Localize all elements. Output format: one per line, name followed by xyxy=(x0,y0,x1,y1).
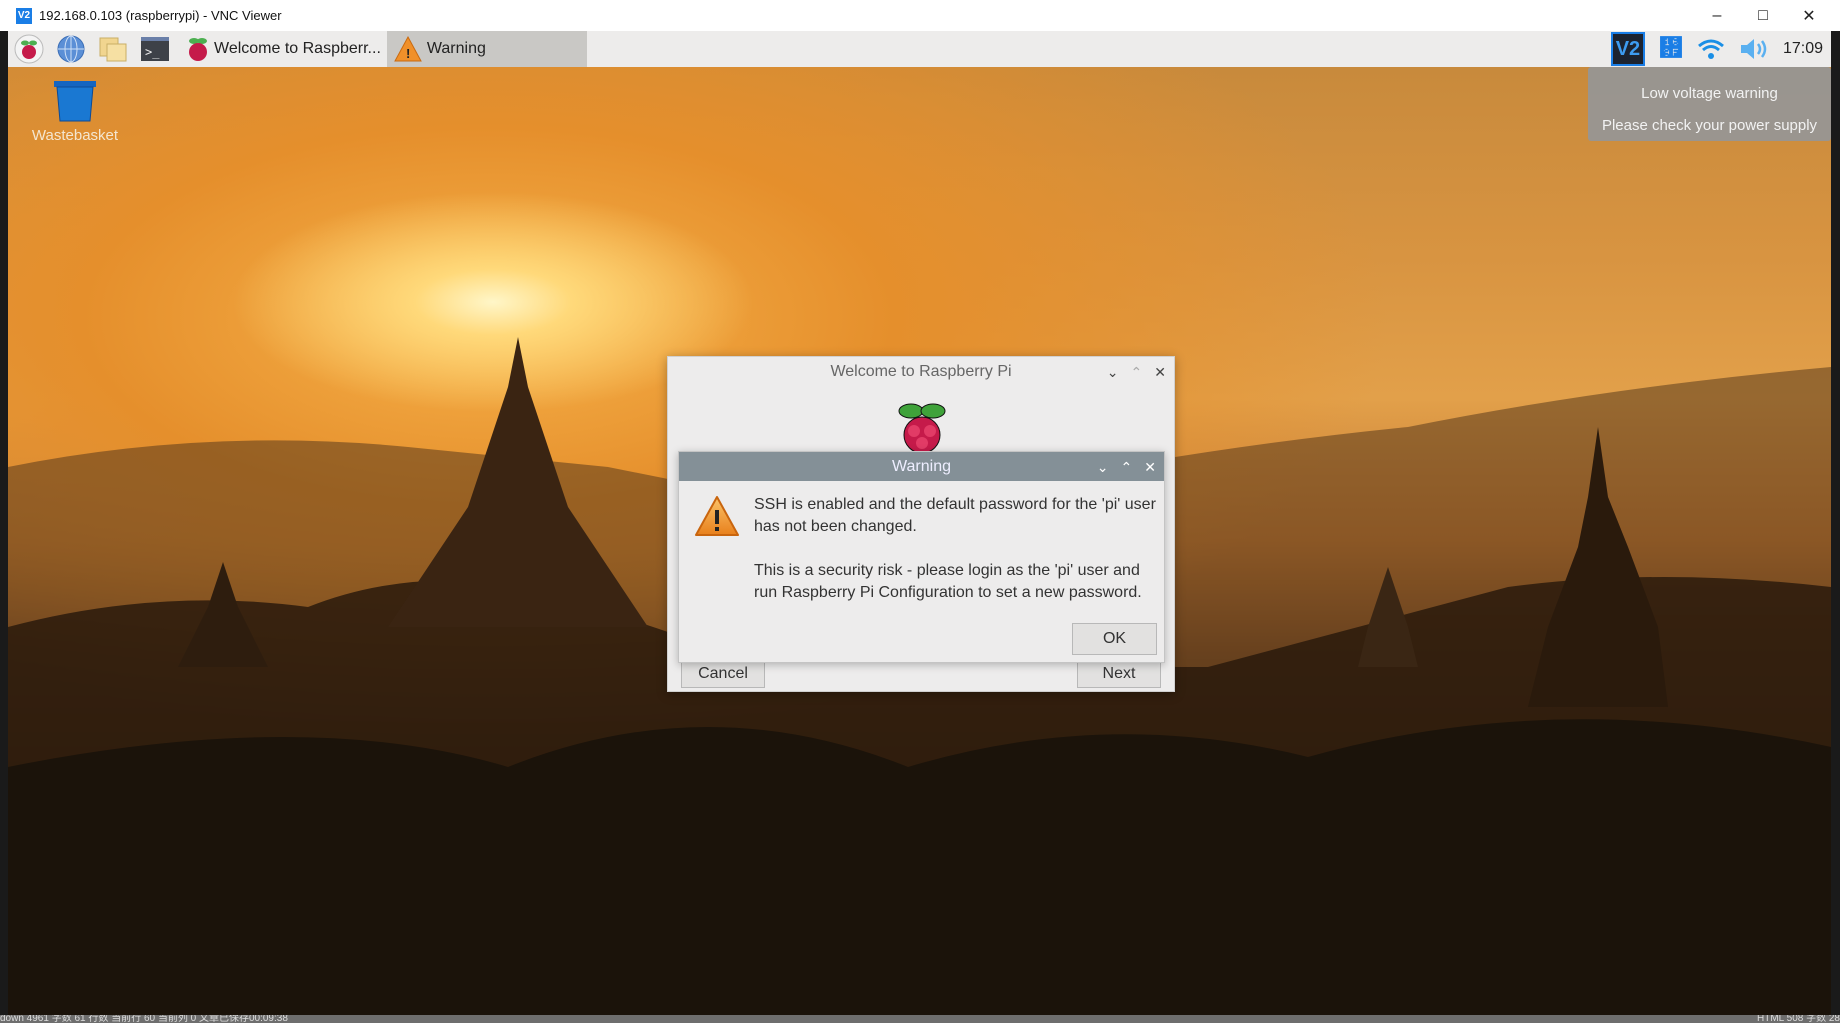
taskbar: >_ Welcome to Raspberr... ! Warning V2 ᚟… xyxy=(8,31,1831,67)
warning-triangle-icon xyxy=(695,496,739,536)
warning-line-2: This is a security risk - please login a… xyxy=(754,562,1142,601)
trash-icon xyxy=(54,81,96,122)
raspberry-menu-icon[interactable] xyxy=(12,33,46,65)
bluetooth-icon[interactable]: ᚟ xyxy=(1659,35,1683,63)
warning-title-bar[interactable]: Warning ⌄ ⌃ ✕ xyxy=(679,452,1164,481)
cancel-label: Cancel xyxy=(698,665,748,682)
wifi-icon[interactable] xyxy=(1697,37,1725,61)
welcome-maximize-button[interactable]: ⌃ xyxy=(1131,364,1143,381)
vnc-icon[interactable]: V2 xyxy=(1610,32,1645,66)
minimize-button[interactable]: – xyxy=(1694,0,1740,31)
warning-minimize-button[interactable]: ⌄ xyxy=(1097,459,1109,476)
welcome-close-button[interactable]: ✕ xyxy=(1154,364,1166,381)
low-voltage-notification[interactable]: Low voltage warning Please check your po… xyxy=(1588,67,1831,141)
welcome-minimize-button[interactable]: ⌄ xyxy=(1107,364,1119,381)
warning-close-button[interactable]: ✕ xyxy=(1144,459,1156,476)
host-status-right: HTML 508 字数 28 xyxy=(1757,1015,1840,1023)
warning-maximize-button[interactable]: ⌃ xyxy=(1121,459,1133,476)
system-tray: V2 ᚟ 17:09 xyxy=(1610,31,1823,67)
svg-text:>_: >_ xyxy=(145,45,160,59)
web-browser-globe-icon[interactable] xyxy=(54,33,88,65)
desktop-icon-wastebasket[interactable]: Wastebasket xyxy=(20,79,130,144)
welcome-title: Welcome to Raspberry Pi xyxy=(830,363,1012,380)
vnc-logo-icon: V2 xyxy=(16,7,32,24)
host-status-left: down 4961 字数 61 行数 当前行 60 当前列 0 文章已保存00:… xyxy=(0,1015,288,1023)
close-button[interactable]: ✕ xyxy=(1786,0,1832,31)
notification-title: Low voltage warning xyxy=(1641,85,1778,102)
task-warning[interactable]: ! Warning xyxy=(386,31,587,67)
warning-dialog: Warning ⌄ ⌃ ✕ SSH is enabled and the defau… xyxy=(678,451,1165,663)
terminal-icon[interactable]: >_ xyxy=(138,33,172,65)
vnc-title-bar: V2 192.168.0.103 (raspberrypi) - VNC Vie… xyxy=(0,0,1840,31)
next-label: Next xyxy=(1102,665,1136,682)
wastebasket-label: Wastebasket xyxy=(31,127,119,144)
warning-message: SSH is enabled and the default password … xyxy=(754,494,1159,626)
warning-line-1: SSH is enabled and the default password … xyxy=(754,496,1156,535)
raspberry-pi-logo-icon xyxy=(898,403,946,453)
ok-button[interactable]: OK xyxy=(1072,623,1157,655)
svg-text:!: ! xyxy=(406,46,410,61)
host-status-bar: down 4961 字数 61 行数 当前行 60 当前列 0 文章已保存00:… xyxy=(0,1015,1840,1023)
raspberry-icon xyxy=(189,38,207,61)
notification-body: Please check your power supply xyxy=(1601,117,1818,134)
task-warning-label: Warning xyxy=(426,40,486,57)
maximize-button[interactable]: □ xyxy=(1740,0,1786,31)
welcome-title-bar[interactable]: Welcome to Raspberry Pi ⌄ ⌃ ✕ xyxy=(668,357,1174,387)
window-title: 192.168.0.103 (raspberrypi) - VNC Viewer xyxy=(39,8,282,23)
ok-label: OK xyxy=(1102,630,1127,647)
clock: 17:09 xyxy=(1782,40,1823,57)
task-welcome-label: Welcome to Raspberr... xyxy=(214,40,381,57)
volume-icon[interactable] xyxy=(1739,37,1769,61)
warning-icon: ! xyxy=(394,35,422,62)
file-manager-folder-icon[interactable] xyxy=(96,33,130,65)
warning-title: Warning xyxy=(892,457,951,475)
task-welcome[interactable]: Welcome to Raspberr... xyxy=(180,31,387,67)
